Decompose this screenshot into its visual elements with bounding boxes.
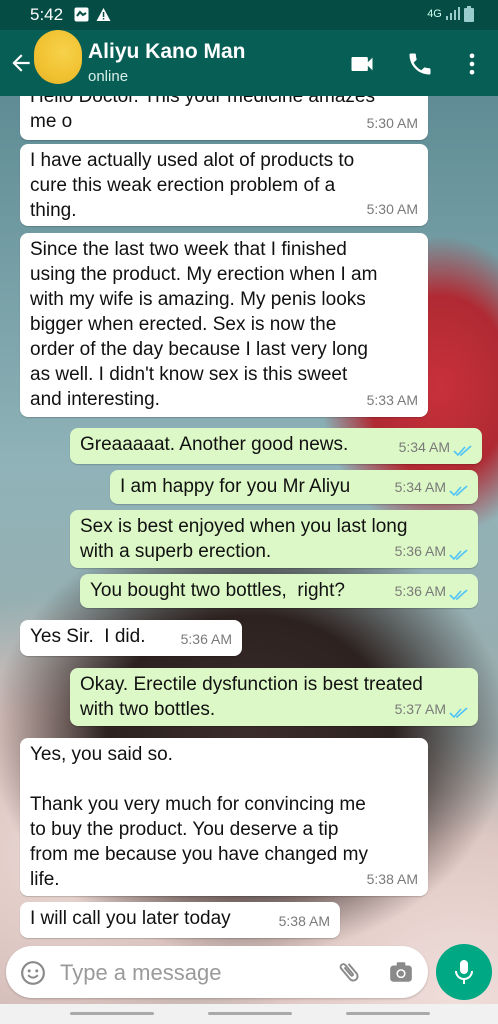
message-incoming[interactable]: Since the last two week that I finished … [20,233,428,417]
arrow-left-icon[interactable] [8,50,34,76]
double-check-icon [453,445,472,457]
camera-icon[interactable] [388,959,414,985]
message-outgoing[interactable]: Okay. Erectile dysfunction is best treat… [70,668,478,726]
message-outgoing[interactable]: You bought two bottles, right? 5:36 AM [80,574,478,608]
message-input[interactable] [58,956,322,990]
video-call-icon[interactable] [348,50,376,78]
contact-name[interactable]: Aliyu Kano Man [88,40,246,64]
message-text: Hello Doctor. This your medicine amazes … [30,96,375,132]
phone-icon[interactable] [406,50,434,78]
composer [6,946,428,998]
signal-icon [445,7,460,20]
battery-icon [464,6,474,22]
nav-home[interactable] [208,1012,292,1015]
message-time: 5:38 AM [366,871,418,887]
message-text: Since the last two week that I finished … [30,239,378,410]
gallery-notification-icon [74,7,89,22]
message-incoming[interactable]: I have actually used alot of products to… [20,144,428,226]
system-nav-bar [0,1004,498,1024]
status-bar: 5:42 4G [0,0,498,30]
message-time: 5:34 AM [394,479,446,495]
contact-status: online [88,68,129,85]
message-time: 5:37 AM [394,701,446,717]
status-indicators: 4G [427,6,474,22]
message-time: 5:36 AM [394,583,446,599]
double-check-icon [449,707,468,719]
message-text: Yes, you said so. Thank you very much fo… [30,744,368,890]
message-time: 5:34 AM [398,439,450,455]
chat-header: Aliyu Kano Man online [0,30,498,96]
mic-button[interactable] [436,944,492,1000]
paperclip-icon[interactable] [336,959,362,985]
message-outgoing[interactable]: Greaaaaat. Another good news. 5:34 AM [70,428,482,464]
mic-icon [455,960,473,984]
double-check-icon [449,589,468,601]
status-time: 5:42 [30,5,64,24]
message-incoming[interactable]: Yes Sir. I did. 5:36 AM [20,620,242,656]
double-check-icon [449,485,468,497]
message-time: 5:38 AM [278,913,330,929]
nav-back[interactable] [346,1012,430,1015]
message-outgoing[interactable]: I am happy for you Mr Aliyu 5:34 AM [110,470,478,504]
network-type: 4G [427,7,442,20]
message-list[interactable]: Hello Doctor. This your medicine amazes … [0,96,498,944]
message-time: 5:30 AM [366,201,418,217]
message-incoming[interactable]: Yes, you said so. Thank you very much fo… [20,738,428,896]
message-incoming[interactable]: I will call you later today 5:38 AM [20,902,340,938]
warning-icon [96,8,111,21]
message-incoming[interactable]: Hello Doctor. This your medicine amazes … [20,96,428,140]
double-check-icon [449,549,468,561]
more-vert-icon[interactable] [458,50,486,78]
message-time: 5:36 AM [180,631,232,647]
avatar[interactable] [34,30,82,84]
message-outgoing[interactable]: Sex is best enjoyed when you last long w… [70,510,478,568]
message-text: I have actually used alot of products to… [30,150,355,221]
nav-recents[interactable] [70,1012,154,1015]
message-time: 5:33 AM [366,392,418,408]
message-time: 5:30 AM [366,115,418,131]
message-time: 5:36 AM [394,543,446,559]
emoji-icon[interactable] [20,960,46,986]
